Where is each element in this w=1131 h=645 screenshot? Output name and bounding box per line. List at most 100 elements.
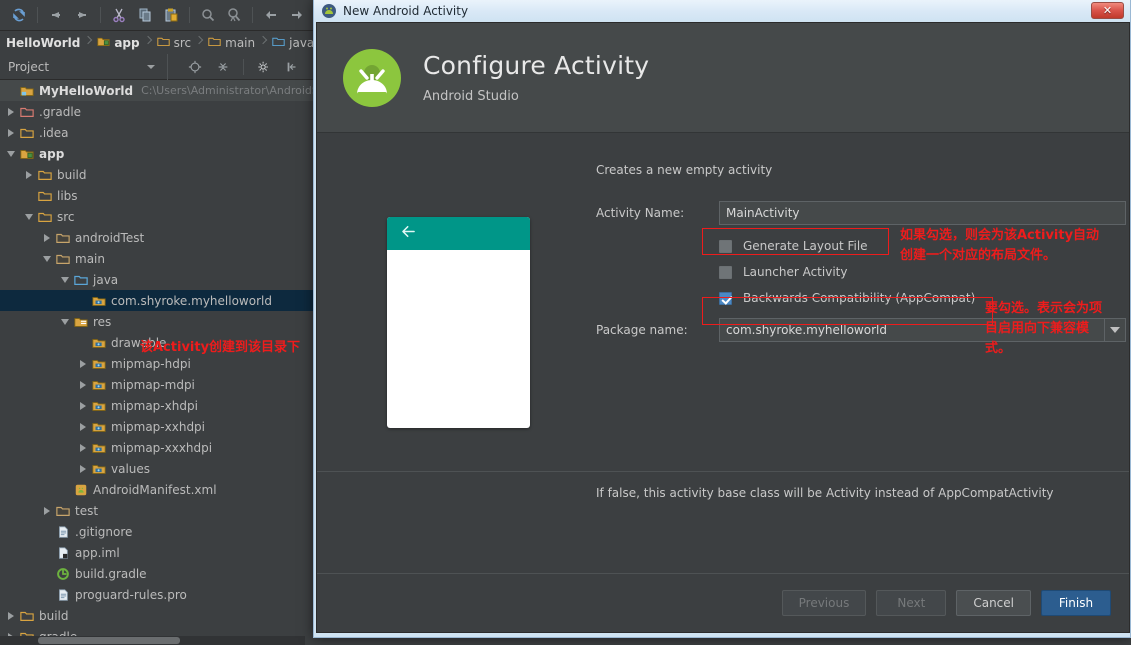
forward-nav-icon[interactable] — [284, 3, 310, 27]
preview-app-bar — [387, 217, 530, 250]
dialog-header: Configure Activity Android Studio — [317, 23, 1129, 133]
settings-icon[interactable] — [251, 55, 277, 79]
manifest-icon — [72, 479, 90, 500]
project-panel-selector[interactable]: Project — [0, 53, 168, 80]
chevron-right-icon[interactable] — [76, 416, 90, 437]
tree-row-label: .idea — [39, 125, 69, 140]
folder-tan-icon — [54, 500, 72, 521]
res-item-icon — [90, 332, 108, 353]
breadcrumb-item-java[interactable]: java — [268, 31, 318, 54]
chevron-right-icon[interactable] — [4, 122, 18, 143]
chevron-right-icon[interactable] — [76, 458, 90, 479]
file-icon — [54, 584, 72, 605]
breadcrumb-item-helloworld[interactable]: HelloWorld — [2, 31, 84, 54]
backwards-compatibility-label: Backwards Compatibility (AppCompat) — [743, 291, 976, 305]
chevron-down-icon[interactable] — [58, 311, 72, 332]
chevron-right-icon[interactable] — [40, 500, 54, 521]
tree-row-label: mipmap-hdpi — [111, 356, 191, 371]
screen: HelloWorld app src main java Project MyH… — [0, 0, 1131, 645]
locate-icon[interactable] — [182, 55, 208, 79]
paste-icon[interactable] — [158, 3, 184, 27]
res-item-icon — [90, 416, 108, 437]
form-description: Creates a new empty activity — [596, 163, 773, 177]
chevron-right-icon[interactable] — [76, 353, 90, 374]
tree-twisty-placeholder — [40, 563, 54, 584]
tree-row-label: test — [75, 503, 99, 518]
tree-row-label: mipmap-xxxhdpi — [111, 440, 213, 455]
tree-row-label: build — [57, 167, 87, 182]
sync-icon[interactable] — [6, 3, 32, 27]
launcher-activity-checkbox[interactable] — [719, 265, 732, 279]
chevron-right-icon[interactable] — [4, 605, 18, 626]
redo-icon[interactable] — [69, 3, 95, 27]
breadcrumb-separator — [195, 31, 204, 54]
chevron-right-icon[interactable] — [76, 374, 90, 395]
tree-row-label: .gradle — [39, 104, 82, 119]
chevron-down-icon[interactable] — [40, 248, 54, 269]
breadcrumb-item-app[interactable]: app — [93, 31, 143, 54]
chevron-down-icon[interactable] — [1105, 317, 1126, 342]
generate-layout-file-checkbox[interactable] — [719, 239, 732, 253]
toolbar-divider — [37, 7, 38, 23]
source-folder-icon — [272, 35, 285, 51]
chevron-down-icon[interactable] — [4, 143, 18, 164]
tree-row-label: java — [93, 272, 119, 287]
tree-row-label: mipmap-mdpi — [111, 377, 195, 392]
undo-icon[interactable] — [43, 3, 69, 27]
copy-icon[interactable] — [132, 3, 158, 27]
tree-twisty-placeholder — [22, 185, 36, 206]
search-everywhere-icon[interactable] — [221, 3, 247, 27]
chevron-right-icon[interactable] — [76, 395, 90, 416]
collapse-all-icon[interactable] — [210, 55, 236, 79]
hide-icon[interactable] — [279, 55, 305, 79]
backwards-compatibility-checkbox[interactable] — [719, 291, 732, 305]
annotation-line: 如果勾选，则会为该Activity自动 — [900, 228, 1100, 243]
next-button[interactable]: Next — [876, 590, 947, 616]
tree-row-label: libs — [57, 188, 78, 203]
search-icon[interactable] — [195, 3, 221, 27]
cut-icon[interactable] — [106, 3, 132, 27]
folder-icon — [36, 185, 54, 206]
close-icon[interactable]: ✕ — [1091, 2, 1124, 19]
activity-name-input[interactable]: MainActivity — [719, 200, 1126, 225]
dialog-title-bar[interactable]: New Android Activity ✕ — [314, 0, 1130, 22]
tree-horizontal-scrollbar[interactable] — [0, 636, 305, 645]
tree-row-label: androidTest — [75, 230, 145, 245]
breadcrumb-item-src[interactable]: src — [153, 31, 196, 54]
tree-twisty-placeholder — [40, 584, 54, 605]
back-nav-icon[interactable] — [258, 3, 284, 27]
generate-layout-file-label: Generate Layout File — [743, 239, 868, 253]
finish-button[interactable]: Finish — [1041, 590, 1111, 616]
tree-twisty-placeholder — [76, 332, 90, 353]
tree-row-label: mipmap-xxhdpi — [111, 419, 206, 434]
folder-icon — [208, 35, 221, 51]
file-icon — [54, 521, 72, 542]
chevron-right-icon[interactable] — [40, 227, 54, 248]
cancel-button[interactable]: Cancel — [956, 590, 1031, 616]
annotation-line: 创建一个对应的布局文件。 — [900, 248, 1057, 263]
breadcrumb-separator — [144, 31, 153, 54]
chevron-down-icon — [147, 64, 155, 69]
chevron-right-icon[interactable] — [76, 437, 90, 458]
previous-button[interactable]: Previous — [781, 590, 867, 616]
tree-row-label: AndroidManifest.xml — [93, 482, 217, 497]
chevron-down-icon[interactable] — [22, 206, 36, 227]
generate-layout-file-annotation: 如果勾选，则会为该Activity自动 创建一个对应的布局文件。 — [900, 226, 1099, 266]
tree-row-label: app.iml — [75, 545, 120, 560]
chevron-right-icon[interactable] — [22, 164, 36, 185]
chevron-down-icon[interactable] — [58, 269, 72, 290]
breadcrumb-item-main[interactable]: main — [204, 31, 259, 54]
breadcrumb-separator — [259, 31, 268, 54]
chevron-right-icon[interactable] — [4, 101, 18, 122]
backwards-compatibility-annotation: 要勾选。表示会为项 目启用向下兼容模 式。 — [985, 299, 1102, 359]
source-folder-icon — [72, 269, 90, 290]
